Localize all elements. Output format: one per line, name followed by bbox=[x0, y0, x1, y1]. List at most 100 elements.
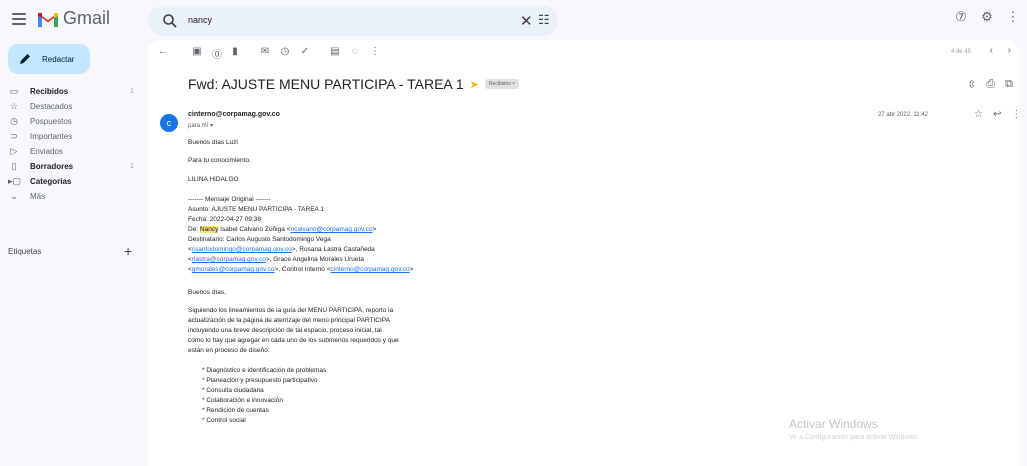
main-menu-icon[interactable] bbox=[12, 13, 26, 25]
snooze-icon[interactable]: ◷ bbox=[278, 46, 292, 57]
list-item: * Planeación y presupuesto participativo bbox=[202, 377, 318, 384]
add-label-icon[interactable]: + bbox=[124, 243, 132, 259]
more-options-icon[interactable]: ⋮ bbox=[368, 46, 382, 57]
sidebar-item-categorias[interactable]: ▸▢ Categorías bbox=[0, 174, 140, 189]
move-to-icon[interactable]: ▤ bbox=[328, 46, 342, 57]
list-item: * Control social bbox=[202, 417, 246, 424]
recipient-name: >, Grace Angelina Morales Urueta bbox=[265, 256, 364, 263]
search-input[interactable]: nancy bbox=[188, 15, 212, 25]
clock-icon: ◷ bbox=[10, 116, 18, 126]
clear-search-icon[interactable]: ✕ bbox=[520, 12, 533, 30]
gmail-m-icon bbox=[37, 10, 59, 28]
gmail-logo[interactable]: Gmail bbox=[37, 8, 110, 29]
sidebar-item-pospuestos[interactable]: ◷ Pospuestos bbox=[0, 114, 140, 129]
email-subject: Fwd: AJUSTE MENU PARTICIPA - TAREA 1 bbox=[188, 76, 464, 92]
help-icon[interactable]: ⑦ bbox=[953, 9, 969, 25]
body-line: LILINA HIDALGO bbox=[188, 176, 239, 183]
more-vert-icon[interactable]: ⋮ bbox=[1011, 109, 1021, 120]
chevron-down-icon: ⌄ bbox=[10, 191, 18, 201]
sidebar-item-label: Categorías bbox=[30, 177, 72, 186]
pager-count: 4 de 45 bbox=[950, 49, 971, 55]
email-toolbar: ← ▣ ⓪ ▮ ✉ ◷ ✓ ▤ ◌ ⋮ 4 de 45 ‹ › bbox=[148, 40, 1019, 64]
subject-row: Fwd: AJUSTE MENU PARTICIPA - TAREA 1 ➤ R… bbox=[188, 76, 520, 92]
email-link[interactable]: csantodomingo@corpamag.gov.co bbox=[192, 246, 292, 253]
body-line: actualización de la página de aterrizaje… bbox=[188, 317, 390, 324]
compose-label: Redactar bbox=[42, 54, 75, 64]
sidebar-item-recibidos[interactable]: ▭ Recibidos 1 bbox=[0, 84, 140, 99]
sidebar-item-destacados[interactable]: ☆ Destacados bbox=[0, 99, 140, 114]
label-tag-icon[interactable]: ◌ bbox=[348, 46, 362, 57]
star-icon[interactable]: ☆ bbox=[974, 109, 983, 120]
sender-avatar[interactable]: c bbox=[160, 114, 178, 132]
body-line: Buenos días Luzl bbox=[188, 139, 238, 146]
unread-count: 1 bbox=[130, 88, 134, 95]
from-line: De: Nancy Isabel Calvano Zúñiga <ncalvan… bbox=[188, 226, 376, 233]
body-line: Fecha: 2022-04-27 09:38 bbox=[188, 216, 261, 223]
email-link[interactable]: rlastra@corpamag.gov.co bbox=[192, 256, 266, 263]
important-icon: ⊃ bbox=[10, 131, 18, 141]
message-date: 27 abr 2022, 11:42 bbox=[878, 112, 928, 118]
recipients-line: <rlastra@corpamag.gov.co>, Grace Angelin… bbox=[188, 256, 364, 263]
apps-grid-icon[interactable]: ⋮ bbox=[1005, 9, 1021, 25]
labels-heading: Etiquetas bbox=[8, 247, 42, 256]
inbox-label-chip[interactable]: Recibidos × bbox=[484, 79, 520, 89]
sidebar-item-borradores[interactable]: ▯ Borradores 1 bbox=[0, 159, 140, 174]
open-new-window-icon[interactable]: ⧉ bbox=[1005, 78, 1013, 91]
recipient-details[interactable]: para mí ▾ bbox=[188, 122, 213, 129]
importance-marker-icon[interactable]: ➤ bbox=[470, 78, 479, 91]
send-icon: ▷ bbox=[10, 146, 18, 156]
list-item: * Diagnóstico e identificación de proble… bbox=[202, 367, 327, 374]
header-actions: ⑦ ⚙ ⋮ bbox=[953, 9, 1021, 25]
archive-icon[interactable]: ▣ bbox=[190, 46, 204, 57]
forward-header: ------- Mensaje Original ------- bbox=[188, 196, 271, 203]
body-line: incluyendo una breve descripción de tal … bbox=[188, 327, 382, 334]
sidebar-item-importantes[interactable]: ⊃ Importantes bbox=[0, 129, 140, 144]
compose-button[interactable]: Redactar bbox=[8, 44, 90, 74]
print-icon[interactable]: ⎙ bbox=[986, 78, 995, 91]
windows-activation-watermark: Activar Windows Ve a Configuración para … bbox=[789, 417, 919, 441]
reply-icon[interactable]: ↩ bbox=[993, 109, 1001, 120]
sender-email[interactable]: cinterno@corpamag.gov.co bbox=[188, 111, 280, 118]
delete-icon[interactable]: ▮ bbox=[228, 46, 242, 57]
gmail-wordmark: Gmail bbox=[63, 8, 111, 28]
recipients-line: <csantodomingo@corpamag.gov.co>, Rosana … bbox=[188, 246, 375, 253]
message-actions: ☆ ↩ ⋮ bbox=[974, 109, 1021, 120]
pencil-icon bbox=[20, 54, 30, 64]
email-link[interactable]: gmorales@corpamag.gov.co bbox=[192, 266, 275, 273]
body-line: Buenos días, bbox=[188, 289, 226, 296]
sidebar-item-enviados[interactable]: ▷ Enviados bbox=[0, 144, 140, 159]
body-line: Destinatario: Carlos Augusto Santodoming… bbox=[188, 236, 331, 243]
back-arrow-icon[interactable]: ← bbox=[156, 46, 170, 57]
older-chevron-icon[interactable]: › bbox=[1008, 45, 1011, 56]
body-line: están en proceso de diseño: bbox=[188, 347, 270, 354]
newer-chevron-icon[interactable]: ‹ bbox=[990, 45, 993, 56]
sidebar-item-label: Pospuestos bbox=[30, 117, 72, 126]
draft-icon: ▯ bbox=[11, 161, 17, 171]
watermark-subtitle: Ve a Configuración para activar Windows. bbox=[789, 434, 919, 441]
from-name: Isabel Calvano Zúñiga < bbox=[218, 226, 291, 233]
settings-gear-icon[interactable]: ⚙ bbox=[979, 9, 995, 25]
watermark-title: Activar Windows bbox=[789, 417, 878, 431]
email-link[interactable]: ncalvano@corpamag.gov.co bbox=[290, 226, 372, 233]
body-line: Para tu conocimiento. bbox=[188, 157, 251, 164]
search-icon[interactable] bbox=[162, 13, 178, 29]
email-link[interactable]: cinterno@corpamag.gov.co bbox=[331, 266, 410, 273]
sidebar-item-label: Recibidos bbox=[30, 87, 69, 96]
body-line: como lo hay que agregar en cada uno de l… bbox=[188, 337, 399, 344]
add-task-icon[interactable]: ✓ bbox=[298, 46, 312, 57]
bracket: > bbox=[409, 266, 414, 273]
body-line: Siguiendo los lineamientos de la guía de… bbox=[188, 307, 394, 314]
sidebar-item-label: Destacados bbox=[30, 102, 73, 111]
expand-all-icon[interactable]: ⇳ bbox=[967, 78, 976, 91]
report-spam-icon[interactable]: ⓪ bbox=[210, 46, 224, 61]
sidebar-item-label: Importantes bbox=[30, 132, 73, 141]
list-item: * Rendición de cuentas bbox=[202, 407, 269, 414]
sidebar-item-label: Enviados bbox=[30, 147, 63, 156]
search-bar[interactable]: nancy ✕ ☷ bbox=[148, 6, 558, 36]
bracket: > bbox=[372, 226, 377, 233]
sidebar-item-mas[interactable]: ⌄ Más bbox=[0, 189, 140, 204]
sidebar-item-label: Más bbox=[30, 192, 46, 201]
mark-unread-icon[interactable]: ✉ bbox=[258, 46, 272, 57]
search-options-icon[interactable]: ☷ bbox=[538, 12, 550, 28]
sidebar-item-label: Borradores bbox=[30, 162, 74, 171]
